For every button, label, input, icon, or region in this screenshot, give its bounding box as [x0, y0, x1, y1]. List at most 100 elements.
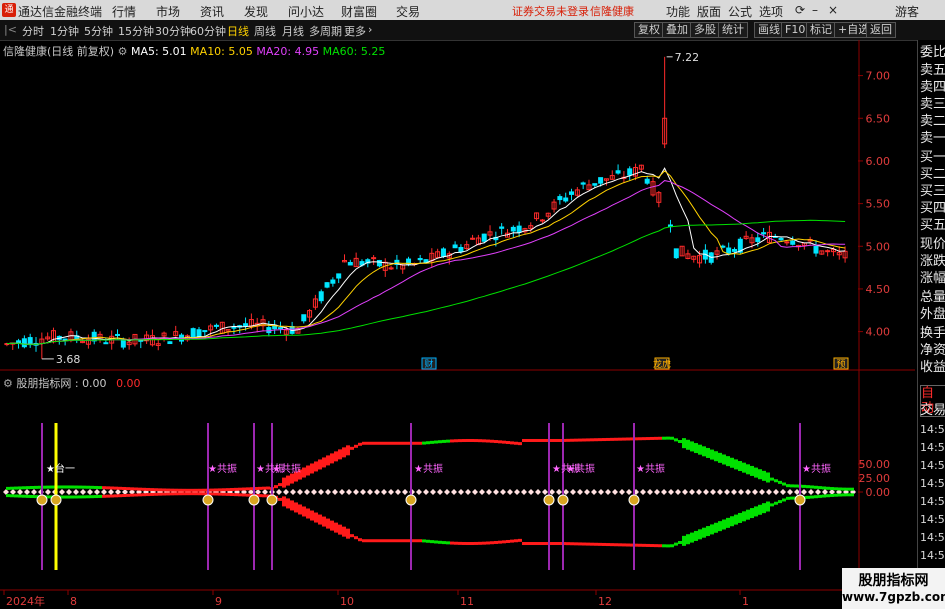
overlay-button[interactable]: 叠加: [662, 22, 692, 38]
band-upper: [138, 487, 142, 491]
period-8[interactable]: 周线: [254, 23, 276, 39]
band-upper: [730, 457, 734, 468]
band-lower: [734, 514, 738, 525]
band-upper: [726, 456, 730, 467]
close-icon[interactable]: ×: [828, 3, 838, 17]
menu-item-trade[interactable]: 交易: [396, 3, 420, 20]
band-lower: [98, 494, 102, 498]
menu-item-news[interactable]: 资讯: [200, 3, 224, 20]
signal-label: ★共振: [208, 462, 237, 475]
candle-body: [580, 182, 586, 185]
band-lower: [846, 493, 850, 497]
indicator-gear-icon[interactable]: ⚙: [3, 377, 16, 390]
band-upper: [226, 488, 230, 492]
baseline-diamond: [108, 489, 114, 495]
period-7[interactable]: 日线: [227, 23, 249, 39]
period-6[interactable]: 60分钟: [190, 23, 226, 39]
signal-coin-icon: [266, 494, 278, 506]
band-upper: [766, 472, 770, 483]
band-lower: [658, 544, 662, 548]
candle-body: [103, 342, 109, 345]
signal-label: ★共振: [414, 462, 443, 475]
band-upper: [210, 488, 214, 492]
band-lower: [114, 494, 118, 498]
multi-stock-button[interactable]: 多股: [690, 22, 720, 38]
band-lower: [542, 542, 546, 546]
band-lower: [146, 493, 150, 497]
band-upper: [762, 470, 766, 481]
band-lower: [102, 494, 106, 498]
band-lower: [326, 518, 330, 529]
period-4[interactable]: 15分钟: [118, 23, 154, 39]
login-status[interactable]: 证券交易未登录: [512, 3, 589, 19]
signal-label: ★共振: [566, 462, 595, 475]
candle-body: [376, 259, 382, 267]
period-10[interactable]: 多周期: [309, 23, 342, 39]
band-upper: [846, 487, 850, 491]
band-lower: [610, 543, 614, 547]
side-item: 总量: [920, 290, 945, 305]
menu-item-discover[interactable]: 发现: [244, 3, 268, 20]
band-upper: [290, 473, 294, 484]
candle-body: [778, 237, 784, 241]
refresh-icon[interactable]: ⟳: [795, 3, 805, 17]
toolbar-arrow-icon[interactable]: |<: [4, 23, 17, 36]
chart-canvas[interactable]: 7.00 6.50 6.00 5.50 5.00 4.50 4.00 7.22 3.68 财 龙虎 预…: [0, 40, 915, 609]
band-upper: [494, 440, 498, 444]
period-11[interactable]: 更多: [344, 23, 366, 39]
menu-item-market[interactable]: 市场: [156, 3, 180, 20]
stats-button[interactable]: 统计: [718, 22, 748, 38]
menu-item-options[interactable]: 选项: [759, 3, 783, 20]
menu-item-function[interactable]: 功能: [666, 3, 690, 20]
band-lower: [682, 535, 686, 546]
band-lower: [814, 495, 818, 499]
menu-item-quotes[interactable]: 行情: [112, 3, 136, 20]
band-upper: [218, 488, 222, 492]
menu-item-formula[interactable]: 公式: [728, 3, 752, 20]
band-upper: [838, 487, 842, 491]
adjust-button[interactable]: 复权: [634, 22, 664, 38]
period-9[interactable]: 月线: [282, 23, 304, 39]
candle-body: [784, 241, 790, 244]
candle-body: [120, 339, 126, 348]
band-upper: [26, 486, 30, 490]
baseline-diamond: [276, 489, 282, 495]
more-chevron-icon[interactable]: ›: [368, 23, 372, 36]
side-item: 卖一: [920, 131, 945, 146]
band-lower: [522, 542, 526, 546]
x-tick-label: 12: [598, 595, 612, 608]
band-lower: [622, 543, 626, 547]
tick-time: 14:56: [920, 513, 945, 526]
back-button[interactable]: 返回: [866, 22, 896, 38]
period-5[interactable]: 30分钟: [155, 23, 191, 39]
band-lower: [590, 542, 594, 546]
minimize-icon[interactable]: –: [812, 3, 818, 17]
band-upper: [458, 439, 462, 443]
band-lower: [446, 541, 450, 545]
menu-item-ask[interactable]: 问小达: [288, 3, 324, 20]
draw-line-button[interactable]: 画线: [754, 22, 784, 38]
menu-item-layout[interactable]: 版面: [697, 3, 721, 20]
mark-button[interactable]: 标记: [806, 22, 836, 38]
period-1[interactable]: 分时: [22, 23, 44, 39]
settings-gear-icon[interactable]: ⚙: [118, 45, 131, 58]
band-upper: [554, 438, 558, 442]
band-upper: [374, 441, 378, 445]
candle-body: [115, 333, 121, 336]
candle-body: [243, 323, 249, 327]
baseline-diamond: [612, 489, 618, 495]
band-upper: [618, 437, 622, 441]
band-upper: [82, 485, 86, 489]
guest-button[interactable]: 游客: [895, 3, 919, 20]
band-lower: [730, 516, 734, 527]
band-upper: [474, 439, 478, 443]
candle-body: [458, 246, 464, 253]
period-3[interactable]: 5分钟: [84, 23, 113, 39]
menu-item-wealth[interactable]: 财富圈: [341, 3, 377, 20]
tab-trade[interactable]: 交易: [920, 403, 945, 418]
band-upper: [718, 452, 722, 463]
low-label: 3.68: [56, 353, 81, 366]
period-2[interactable]: 1分钟: [50, 23, 79, 39]
band-upper: [590, 438, 594, 442]
band-upper: [258, 486, 262, 490]
